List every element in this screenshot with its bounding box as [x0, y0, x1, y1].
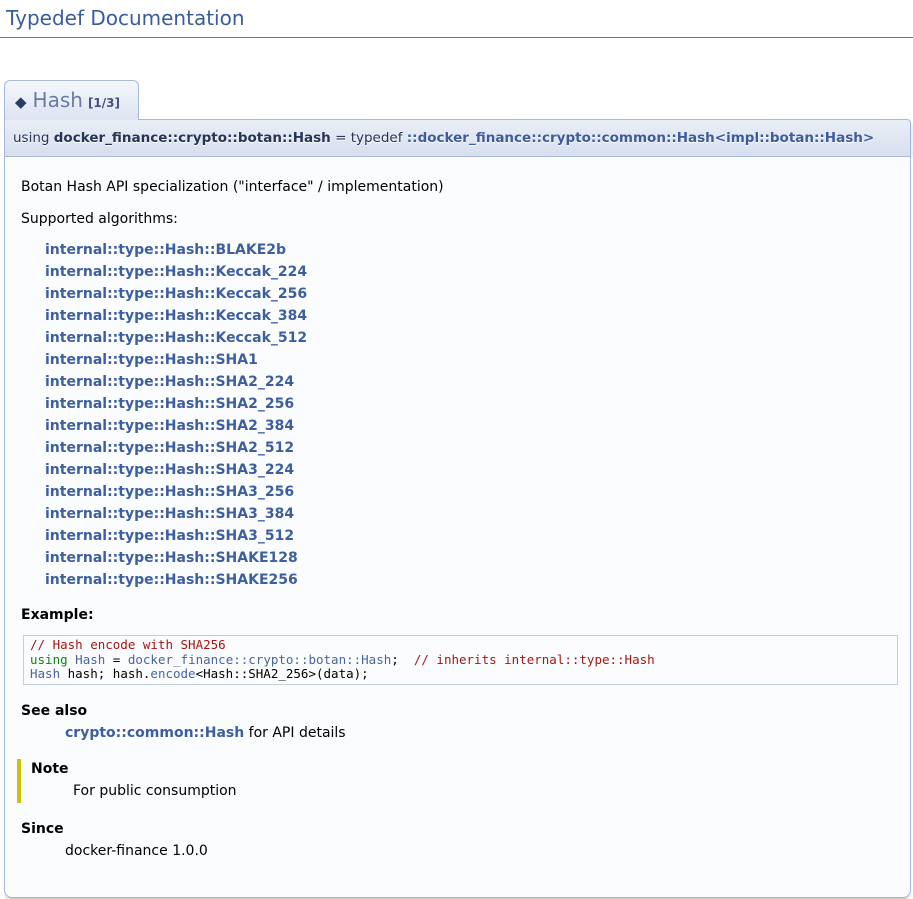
note-label: Note: [31, 761, 900, 777]
since-section: Since docker-finance 1.0.0: [15, 821, 900, 859]
algorithm-link-sha1[interactable]: internal::type::Hash::SHA1: [45, 349, 900, 371]
example-label: Example:: [21, 607, 900, 623]
algorithm-link-sha3-256[interactable]: internal::type::Hash::SHA3_256: [45, 481, 900, 503]
algorithm-link-shake256[interactable]: internal::type::Hash::SHAKE256: [45, 569, 900, 591]
supported-algorithms-label: Supported algorithms:: [21, 211, 900, 227]
proto-equals-typedef: = typedef: [331, 130, 407, 146]
code-text: =: [105, 652, 128, 667]
algorithm-link-shake128[interactable]: internal::type::Hash::SHAKE128: [45, 547, 900, 569]
algorithm-link-sha2-384[interactable]: internal::type::Hash::SHA2_384: [45, 415, 900, 437]
note-text: For public consumption: [73, 783, 900, 799]
algorithm-link-sha2-512[interactable]: internal::type::Hash::SHA2_512: [45, 437, 900, 459]
see-also-section: See also crypto::common::Hash for API de…: [15, 703, 900, 741]
code-comment: // Hash encode with SHA256: [30, 637, 226, 652]
proto-common-hash-link[interactable]: ::docker_finance::crypto::common::Hash<i…: [407, 130, 874, 146]
algorithm-list: internal::type::Hash::BLAKE2b internal::…: [45, 239, 900, 591]
algorithm-link-keccak384[interactable]: internal::type::Hash::Keccak_384: [45, 305, 900, 327]
typedef-documentation-page: Typedef Documentation ◆ Hash [1/3] using d…: [0, 0, 913, 899]
code-hash-link[interactable]: Hash: [75, 652, 105, 667]
code-text: <Hash::SHA2_256>(data);: [196, 666, 369, 681]
page-title: Typedef Documentation: [0, 0, 913, 38]
member-item-hash: using docker_finance::crypto::botan::Has…: [4, 119, 911, 898]
algorithm-link-keccak224[interactable]: internal::type::Hash::Keccak_224: [45, 261, 900, 283]
proto-using-keyword: using: [13, 130, 54, 146]
member-tab-count: [1/3]: [88, 96, 120, 110]
code-text: ;: [391, 652, 414, 667]
code-text: hash; hash.: [60, 666, 150, 681]
description-text: Botan Hash API specialization ("interfac…: [21, 179, 900, 195]
since-label: Since: [21, 821, 900, 837]
algorithm-link-keccak256[interactable]: internal::type::Hash::Keccak_256: [45, 283, 900, 305]
algorithm-link-sha3-224[interactable]: internal::type::Hash::SHA3_224: [45, 459, 900, 481]
code-line-1: // Hash encode with SHA256: [30, 638, 891, 653]
member-tab-label: Hash: [33, 88, 83, 112]
see-also-content: crypto::common::Hash for API details: [65, 725, 900, 741]
algorithm-link-sha2-224[interactable]: internal::type::Hash::SHA2_224: [45, 371, 900, 393]
since-text: docker-finance 1.0.0: [65, 843, 900, 859]
algorithm-link-sha2-256[interactable]: internal::type::Hash::SHA2_256: [45, 393, 900, 415]
see-also-label: See also: [21, 703, 900, 719]
code-line-2: using Hash = docker_finance::crypto::bot…: [30, 653, 891, 668]
proto-member-name: docker_finance::crypto::botan::Hash: [54, 130, 331, 146]
member-prototype: using docker_finance::crypto::botan::Has…: [4, 119, 911, 157]
member-documentation: Botan Hash API specialization ("interfac…: [4, 157, 911, 898]
code-using-keyword: using: [30, 652, 68, 667]
algorithm-link-sha3-384[interactable]: internal::type::Hash::SHA3_384: [45, 503, 900, 525]
code-botan-hash-link[interactable]: docker_finance::crypto::botan::Hash: [128, 652, 391, 667]
code-line-3: Hash hash; hash.encode<Hash::SHA2_256>(d…: [30, 667, 891, 682]
permalink-diamond-icon[interactable]: ◆: [15, 93, 27, 111]
code-block: // Hash encode with SHA256using Hash = d…: [23, 635, 898, 685]
algorithm-link-sha3-512[interactable]: internal::type::Hash::SHA3_512: [45, 525, 900, 547]
code-hash-link[interactable]: Hash: [30, 666, 60, 681]
code-comment: // inherits internal::type::Hash: [414, 652, 655, 667]
note-section: Note For public consumption: [17, 759, 900, 803]
see-also-text: for API details: [244, 725, 345, 741]
algorithm-link-keccak512[interactable]: internal::type::Hash::Keccak_512: [45, 327, 900, 349]
code-encode-link[interactable]: encode: [150, 666, 195, 681]
see-also-common-hash-link[interactable]: crypto::common::Hash: [65, 725, 244, 741]
member-tab-hash: ◆ Hash [1/3]: [4, 80, 139, 120]
algorithm-link-blake2b[interactable]: internal::type::Hash::BLAKE2b: [45, 239, 900, 261]
